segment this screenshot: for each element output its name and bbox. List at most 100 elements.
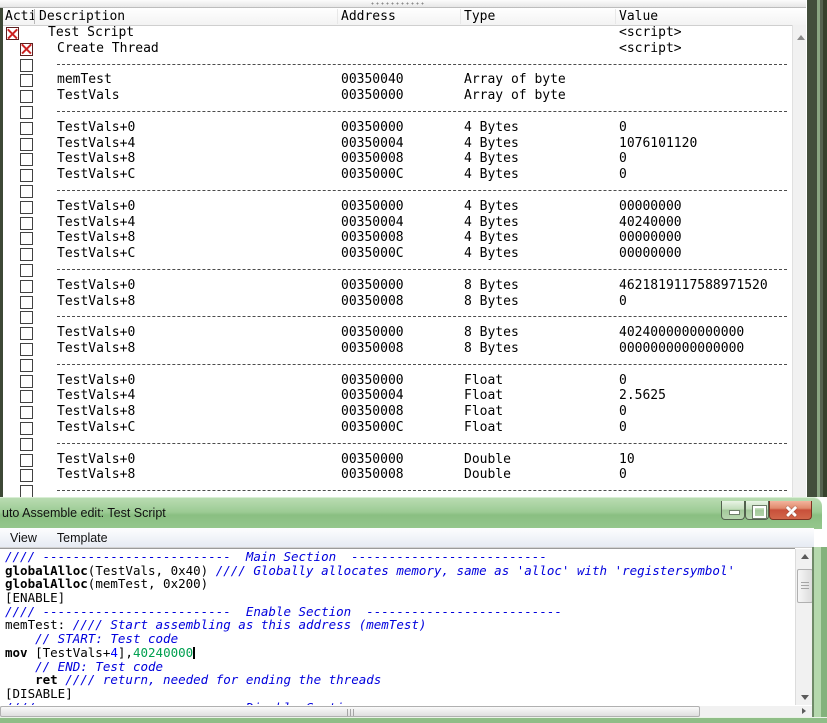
description-cell[interactable]: TestVals+0	[57, 199, 135, 215]
description-cell[interactable]: Create Thread	[57, 41, 159, 57]
description-cell[interactable]: TestVals+0	[57, 373, 135, 389]
column-header-type[interactable]: Type	[464, 9, 495, 24]
code-line[interactable]: //// ------------------------- Disable S…	[5, 701, 795, 705]
address-cell[interactable]: 0035000C	[341, 420, 404, 436]
address-cell[interactable]: 00350008	[341, 467, 404, 483]
address-cell[interactable]: 00350008	[341, 294, 404, 310]
code-line[interactable]: //// ------------------------- Enable Se…	[5, 605, 795, 619]
code-line[interactable]: memTest: //// Start assembling as this a…	[5, 618, 795, 632]
list-separator-row[interactable]	[3, 104, 789, 120]
description-cell[interactable]: TestVals+8	[57, 294, 135, 310]
value-cell[interactable]: 0	[619, 373, 627, 389]
column-header-active[interactable]: Acti	[5, 9, 35, 24]
scroll-right-arrow-icon[interactable]	[795, 706, 812, 717]
address-cell[interactable]: 00350040	[341, 72, 404, 88]
editor-vertical-scrollbar[interactable]	[795, 549, 813, 705]
editor-horizontal-scrollbar[interactable]	[0, 706, 812, 717]
active-checkbox[interactable]	[20, 359, 33, 372]
list-row[interactable]: TestVals+C0035000C4 Bytes00000000	[3, 246, 789, 262]
address-cell[interactable]: 00350000	[341, 278, 404, 294]
active-checkbox[interactable]	[20, 201, 33, 214]
description-cell[interactable]: TestVals+8	[57, 404, 135, 420]
type-cell[interactable]: Array of byte	[464, 72, 566, 88]
active-checkbox[interactable]	[20, 59, 33, 72]
type-cell[interactable]: Float	[464, 388, 503, 404]
active-checkbox[interactable]	[20, 264, 33, 277]
address-cell[interactable]: 0035000C	[341, 167, 404, 183]
description-cell[interactable]: TestVals+8	[57, 341, 135, 357]
list-row[interactable]: Test Script <script>	[3, 25, 789, 41]
address-cell[interactable]: 00350004	[341, 388, 404, 404]
list-row[interactable]: TestVals+0003500004 Bytes00000000	[3, 199, 789, 215]
scrollbar-thumb[interactable]	[0, 706, 700, 717]
value-cell[interactable]: 40240000	[619, 215, 682, 231]
active-checkbox[interactable]	[20, 406, 33, 419]
address-cell[interactable]: 00350000	[341, 452, 404, 468]
list-row[interactable]: TestVals+8003500088 Bytes000000000000000…	[3, 341, 789, 357]
list-row[interactable]: TestVals+8003500084 Bytes00000000	[3, 230, 789, 246]
list-row[interactable]: TestVals+4003500044 Bytes40240000	[3, 215, 789, 231]
active-checkbox[interactable]	[20, 296, 33, 309]
value-cell[interactable]: 2.5625	[619, 388, 666, 404]
value-cell[interactable]: 4024000000000000	[619, 325, 744, 341]
address-cell[interactable]: 00350000	[341, 120, 404, 136]
active-checkbox[interactable]	[20, 327, 33, 340]
scroll-down-arrow-icon[interactable]	[796, 689, 813, 705]
type-cell[interactable]: Float	[464, 420, 503, 436]
type-cell[interactable]: 4 Bytes	[464, 120, 519, 136]
list-separator-row[interactable]	[3, 357, 789, 373]
active-checkbox[interactable]	[20, 122, 33, 135]
list-row[interactable]: TestVals+C0035000C4 Bytes0	[3, 167, 789, 183]
description-cell[interactable]: TestVals+C	[57, 167, 135, 183]
description-cell[interactable]: TestVals+0	[57, 325, 135, 341]
list-separator-row[interactable]	[3, 309, 789, 325]
type-cell[interactable]: 8 Bytes	[464, 325, 519, 341]
type-cell[interactable]: Double	[464, 467, 511, 483]
active-checkbox[interactable]	[20, 248, 33, 261]
scroll-up-arrow-icon[interactable]	[797, 35, 805, 40]
list-row[interactable]: TestVals+800350008Float0	[3, 404, 789, 420]
column-divider[interactable]	[615, 9, 616, 24]
active-checkbox[interactable]	[20, 280, 33, 293]
type-cell[interactable]: 4 Bytes	[464, 246, 519, 262]
code-line[interactable]: [DISABLE]	[5, 687, 795, 701]
code-line[interactable]: globalAlloc(TestVals, 0x40) //// Globall…	[5, 564, 795, 578]
list-row[interactable]: TestVals00350000Array of byte	[3, 88, 789, 104]
column-header-address[interactable]: Address	[341, 9, 396, 24]
value-cell[interactable]: <script>	[619, 25, 682, 41]
scroll-up-arrow-icon[interactable]	[796, 549, 813, 565]
scrollbar-thumb[interactable]	[797, 569, 813, 603]
address-cell[interactable]: 00350000	[341, 325, 404, 341]
value-cell[interactable]: 0000000000000000	[619, 341, 744, 357]
active-checkbox[interactable]	[20, 422, 33, 435]
active-checkbox[interactable]	[20, 343, 33, 356]
active-checkbox-checked[interactable]	[6, 27, 19, 40]
active-checkbox-checked[interactable]	[20, 43, 33, 56]
address-cell[interactable]: 00350008	[341, 341, 404, 357]
code-line[interactable]: ret //// return, needed for ending the t…	[5, 673, 795, 687]
value-cell[interactable]: 0	[619, 120, 627, 136]
value-cell[interactable]: 00000000	[619, 230, 682, 246]
address-cell[interactable]: 00350000	[341, 88, 404, 104]
description-cell[interactable]: Test Script	[48, 25, 134, 41]
description-cell[interactable]: TestVals+4	[57, 215, 135, 231]
type-cell[interactable]: 4 Bytes	[464, 136, 519, 152]
description-cell[interactable]: TestVals	[57, 88, 120, 104]
list-row[interactable]: TestVals+0 00350000 4 Bytes 0	[3, 120, 789, 136]
type-cell[interactable]: 8 Bytes	[464, 278, 519, 294]
active-checkbox[interactable]	[20, 106, 33, 119]
address-cell[interactable]: 00350008	[341, 151, 404, 167]
active-checkbox[interactable]	[20, 375, 33, 388]
description-cell[interactable]: TestVals+0	[57, 120, 135, 136]
value-cell[interactable]: 1076101120	[619, 136, 697, 152]
active-checkbox[interactable]	[20, 485, 33, 497]
list-row[interactable]: TestVals+800350008Double0	[3, 467, 789, 483]
type-cell[interactable]: 4 Bytes	[464, 215, 519, 231]
value-cell[interactable]: 00000000	[619, 199, 682, 215]
list-row[interactable]: TestVals+000350000Float0	[3, 373, 789, 389]
list-row[interactable]: memTest00350040Array of byte	[3, 72, 789, 88]
description-cell[interactable]: TestVals+0	[57, 278, 135, 294]
description-cell[interactable]: TestVals+8	[57, 230, 135, 246]
list-row[interactable]: TestVals+C0035000CFloat0	[3, 420, 789, 436]
active-checkbox[interactable]	[20, 169, 33, 182]
